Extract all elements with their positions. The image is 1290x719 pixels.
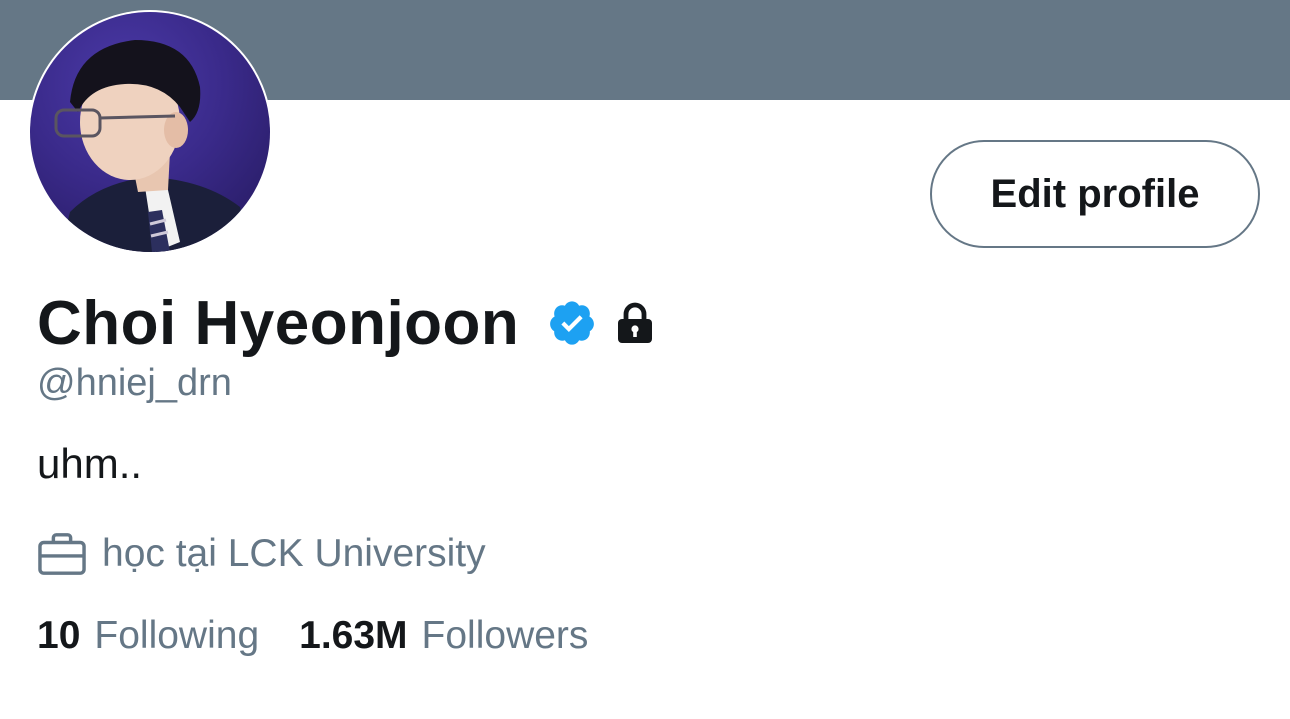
- followers-label: Followers: [421, 614, 589, 657]
- profile-handle: @hniej_drn: [37, 362, 232, 404]
- profile-stats: 10 Following 1.63M Followers: [37, 614, 588, 658]
- following-label: Following: [94, 614, 260, 657]
- avatar-illustration: [54, 40, 250, 252]
- avatar-photo: [30, 12, 270, 252]
- lock-icon: [618, 302, 653, 343]
- following-count: 10: [37, 614, 81, 657]
- verified-badge-icon: [550, 301, 595, 345]
- display-name: Choi Hyeonjoon: [37, 288, 520, 358]
- edit-profile-button[interactable]: Edit profile: [930, 140, 1260, 248]
- briefcase-icon: [38, 533, 86, 575]
- occupation-text: học tại LCK University: [102, 532, 486, 575]
- name-row: Choi Hyeonjoon: [37, 284, 659, 362]
- profile-bio: uhm..: [37, 440, 143, 487]
- followers-link[interactable]: 1.63M Followers: [299, 614, 588, 658]
- followers-count: 1.63M: [299, 614, 408, 657]
- profile-avatar[interactable]: [28, 10, 272, 254]
- profile-occupation: học tại LCK University: [37, 528, 486, 580]
- following-link[interactable]: 10 Following: [37, 614, 259, 658]
